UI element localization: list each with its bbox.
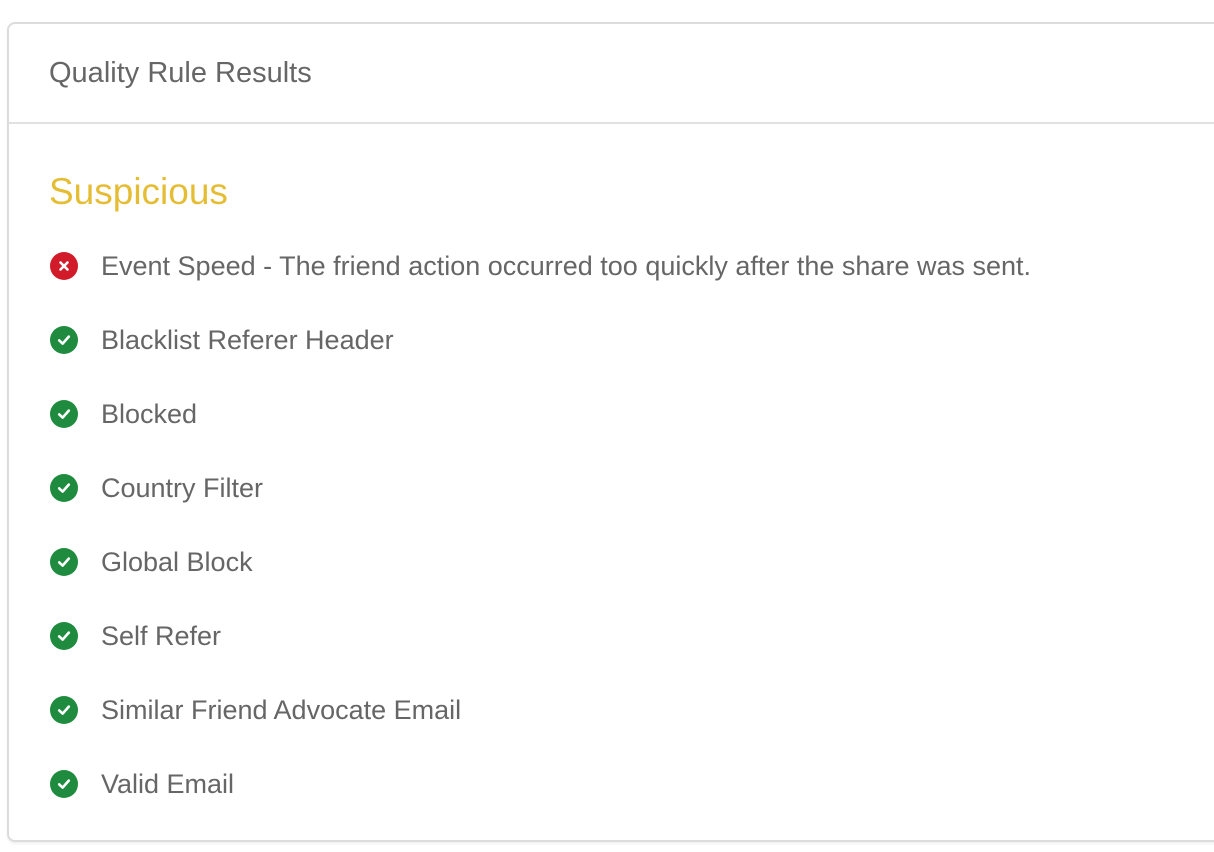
rule-item: Self Refer [49,599,1214,673]
check-icon [50,474,78,502]
check-icon [50,400,78,428]
rule-item: Blocked [49,377,1214,451]
rule-item: Global Block [49,525,1214,599]
rule-item: Blacklist Referer Header [49,303,1214,377]
check-icon [50,548,78,576]
check-icon [50,326,78,354]
rule-label: Blocked [101,398,198,429]
rule-label: Similar Friend Advocate Email [101,694,462,725]
rule-label: Blacklist Referer Header [101,324,394,355]
panel-body: Suspicious Event Speed - The friend acti… [9,124,1214,821]
panel-header: Quality Rule Results [9,24,1214,124]
quality-rule-results-panel: Quality Rule Results Suspicious Event Sp… [7,22,1214,842]
rule-list: Event Speed - The friend action occurred… [49,229,1214,821]
rule-item: Valid Email [49,747,1214,821]
check-icon [50,770,78,798]
rule-label: Valid Email [101,768,235,799]
rule-label: Self Refer [101,620,222,651]
rule-label: Event Speed - The friend action occurred… [101,250,1032,281]
result-status-heading: Suspicious [49,171,228,212]
check-icon [50,622,78,650]
panel-title: Quality Rule Results [49,56,312,89]
error-icon [50,252,78,280]
rule-item: Event Speed - The friend action occurred… [49,229,1214,303]
rule-item: Similar Friend Advocate Email [49,673,1214,747]
check-icon [50,696,78,724]
rule-label: Global Block [101,546,253,577]
rule-item: Country Filter [49,451,1214,525]
rule-label: Country Filter [101,472,264,503]
